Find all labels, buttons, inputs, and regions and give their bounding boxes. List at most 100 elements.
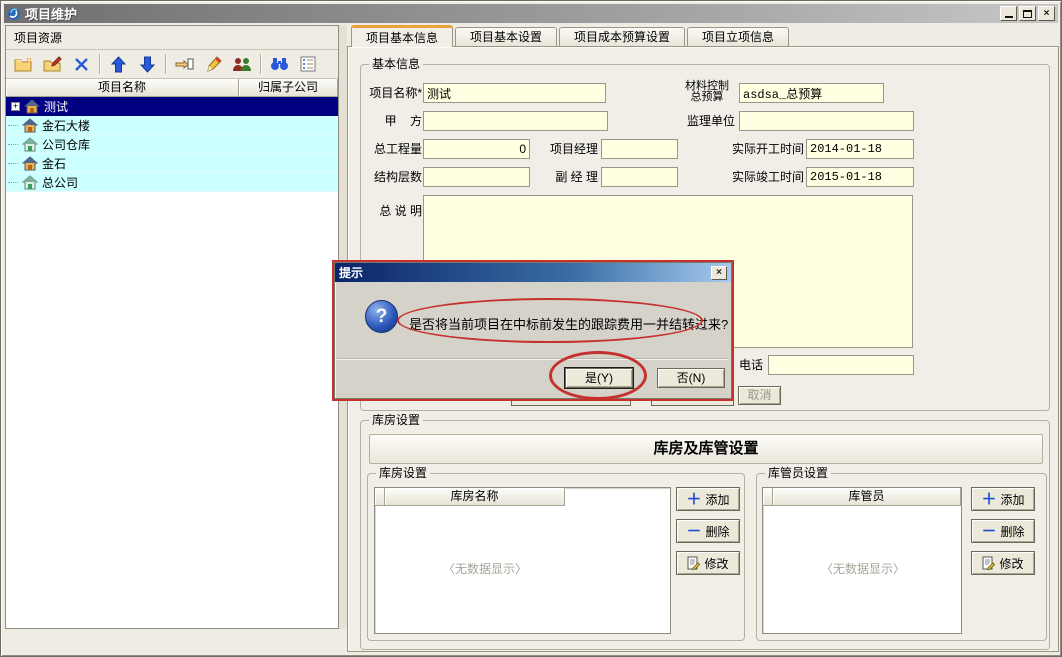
edit-doc-icon [687, 556, 700, 570]
actual-end-label: 实际竣工时间 [724, 167, 804, 187]
tree-row-selected[interactable]: + 测试 [6, 97, 338, 116]
material-budget-label: 材料控制 总预算 [679, 81, 735, 103]
warehouse-modify-button[interactable]: 修改 [676, 551, 740, 575]
total-quantity-input[interactable] [423, 139, 530, 159]
groupbox-legend: 库管员设置 [765, 466, 831, 480]
window-title: 项目维护 [25, 4, 998, 23]
warehouse-banner: 库房及库管设置 [369, 434, 1043, 464]
actual-start-input[interactable] [806, 139, 914, 159]
list-header-stub [375, 488, 385, 506]
cancel-button[interactable]: 取消 [738, 386, 781, 405]
app-window: 项目维护 × 项目资源 [0, 0, 1062, 657]
app-icon [7, 7, 21, 21]
question-icon: ? [365, 300, 398, 333]
supervisor-label: 监理单位 [679, 111, 735, 131]
list-header: 库管员 [763, 488, 961, 506]
tab-project-basic-info[interactable]: 项目基本信息 [351, 25, 453, 47]
actual-end-input[interactable] [806, 167, 914, 187]
total-quantity-label: 总工程量 [367, 139, 422, 159]
minimize-button[interactable] [1000, 6, 1017, 21]
project-name-input[interactable] [423, 83, 606, 103]
tab-project-basic-settings[interactable]: 项目基本设置 [455, 27, 557, 47]
house-green-icon [22, 137, 38, 152]
tree-toolbar [6, 50, 338, 79]
tab-bar: 项目基本信息 项目基本设置 项目成本预算设置 项目立项信息 [351, 25, 791, 47]
tree-row[interactable]: 金石 [6, 154, 338, 173]
expand-icon[interactable]: + [11, 102, 20, 111]
toolbar-separator [99, 54, 100, 74]
edit-pencil-icon[interactable] [202, 53, 224, 75]
warehouse-remove-button[interactable]: －删除 [676, 519, 740, 543]
dialog-titlebar[interactable]: 提示 × [335, 263, 731, 282]
users-icon[interactable] [231, 53, 253, 75]
tree-item-label: 金石 [42, 155, 66, 172]
no-data-placeholder: 〈无数据显示〉 [773, 560, 953, 577]
deputy-manager-input[interactable] [601, 167, 678, 187]
titlebar[interactable]: 项目维护 × [4, 4, 1058, 23]
tree-item-label: 测试 [44, 98, 68, 115]
structure-layers-label: 结构层数 [367, 167, 422, 187]
move-up-icon[interactable] [107, 53, 129, 75]
house-orange-icon [22, 118, 38, 133]
column-select-icon[interactable] [297, 53, 319, 75]
phone-input[interactable] [768, 355, 914, 375]
project-manager-input[interactable] [601, 139, 678, 159]
material-budget-input[interactable] [739, 83, 884, 103]
move-down-icon[interactable] [136, 53, 158, 75]
no-button[interactable]: 否(N) [657, 368, 725, 388]
tree-row[interactable]: 公司仓库 [6, 135, 338, 154]
keeper-modify-button[interactable]: 修改 [971, 551, 1035, 575]
project-tree: + 测试 金石大楼 公司仓库 [6, 97, 338, 192]
point-hand-icon[interactable] [173, 53, 195, 75]
toolbar-separator [165, 54, 166, 74]
edit-folder-icon[interactable] [41, 53, 63, 75]
tree-row[interactable]: 金石大楼 [6, 116, 338, 135]
tab-cost-budget-settings[interactable]: 项目成本预算设置 [559, 27, 685, 47]
keeper-remove-button[interactable]: －删除 [971, 519, 1035, 543]
new-folder-icon[interactable] [12, 53, 34, 75]
minus-icon: － [981, 524, 996, 539]
list-header-stub [763, 488, 773, 506]
delete-icon[interactable] [70, 53, 92, 75]
warehouse-list[interactable]: 库房名称 〈无数据显示〉 [374, 487, 671, 634]
tree-row[interactable]: 总公司 [6, 173, 338, 192]
structure-layers-input[interactable] [423, 167, 530, 187]
panel-caption: 项目资源 [6, 26, 338, 50]
tree-line-stub [8, 163, 18, 164]
groupbox-legend: 基本信息 [369, 57, 423, 71]
column-header-company[interactable]: 归属子公司 [239, 79, 338, 97]
dialog-close-icon[interactable]: × [711, 266, 727, 280]
maximize-button[interactable] [1019, 6, 1036, 21]
dialog-message: 是否将当前项目在中标前发生的跟踪费用一并结转过来? [409, 314, 728, 333]
keeper-add-button[interactable]: ＋添加 [971, 487, 1035, 511]
column-header-project-name[interactable]: 项目名称 [6, 79, 239, 97]
phone-label: 电话 [729, 355, 763, 375]
groupbox-legend: 库房设置 [376, 466, 430, 480]
deputy-manager-label: 副 经 理 [546, 167, 598, 187]
supervisor-input[interactable] [739, 111, 914, 131]
keeper-list[interactable]: 库管员 〈无数据显示〉 [762, 487, 962, 634]
tab-project-approval-info[interactable]: 项目立项信息 [687, 27, 789, 47]
dialog-separator [337, 358, 729, 360]
tree-item-label: 金石大楼 [42, 117, 90, 134]
party-a-label: 甲 方 [367, 111, 422, 131]
party-a-input[interactable] [423, 111, 608, 131]
close-button[interactable]: × [1038, 6, 1055, 21]
keeper-column-header[interactable]: 库管员 [773, 488, 961, 506]
list-header: 库房名称 [375, 488, 670, 506]
warehouse-add-button[interactable]: ＋添加 [676, 487, 740, 511]
no-data-placeholder: 〈无数据显示〉 [395, 560, 575, 577]
keeper-groupbox: 库管员设置 库管员 〈无数据显示〉 ＋添加 －删除 [756, 473, 1047, 641]
plus-icon: ＋ [686, 492, 701, 507]
house-orange-icon [24, 99, 40, 114]
warehouse-left-groupbox: 库房设置 库房名称 〈无数据显示〉 ＋添加 －删除 [367, 473, 745, 641]
minus-icon: － [686, 524, 701, 539]
project-manager-label: 项目经理 [546, 139, 598, 159]
find-binoculars-icon[interactable] [268, 53, 290, 75]
tree-grid-header: 项目名称 归属子公司 [6, 79, 338, 97]
yes-button[interactable]: 是(Y) [565, 368, 633, 388]
dialog-title: 提示 [339, 264, 711, 281]
warehouse-groupbox: 库房设置 库房及库管设置 库房设置 库房名称 〈无数据显示〉 ＋添加 [360, 420, 1050, 650]
warehouse-name-column-header[interactable]: 库房名称 [385, 488, 565, 506]
house-green-icon [22, 175, 38, 190]
